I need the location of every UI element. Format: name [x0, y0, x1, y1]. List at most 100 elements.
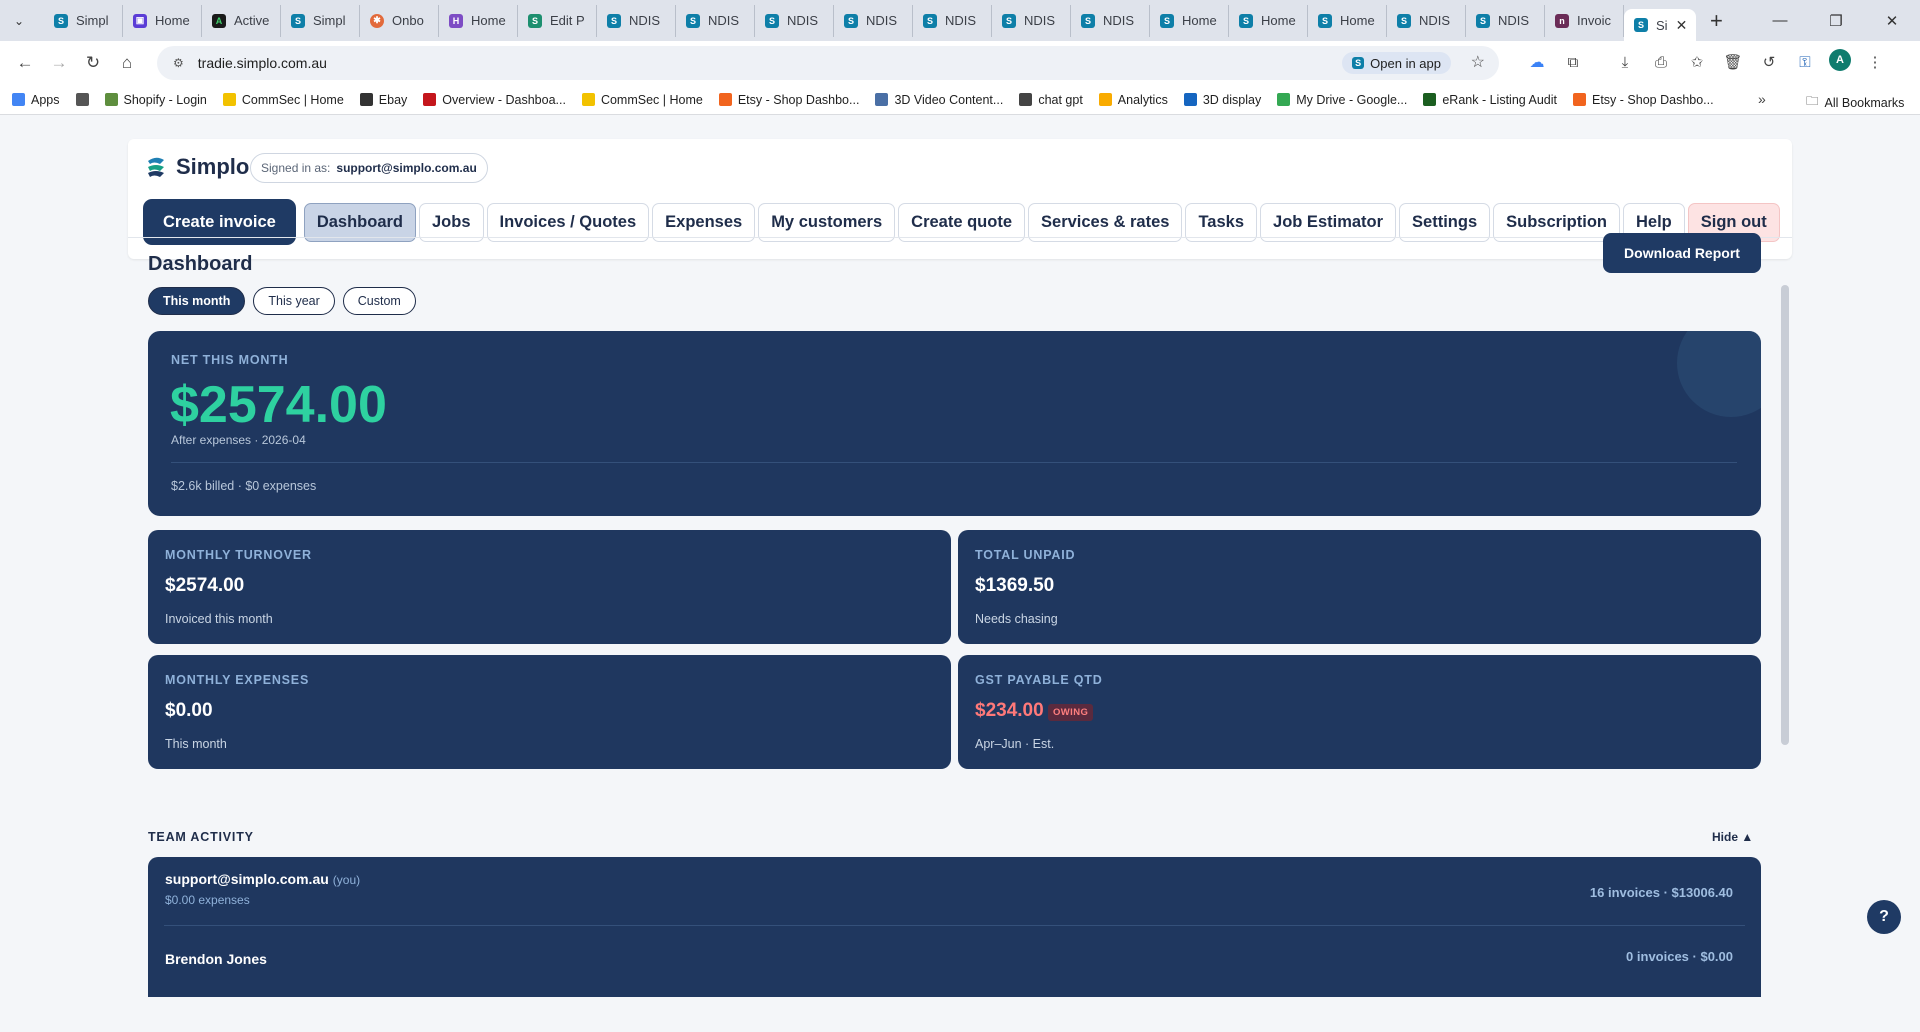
- bookmark-item[interactable]: My Drive - Google...: [1277, 93, 1407, 107]
- open-in-app-button[interactable]: S Open in app: [1342, 52, 1451, 74]
- browser-tab[interactable]: ✱ Onbo: [360, 4, 439, 37]
- nav-jobs[interactable]: Jobs: [419, 202, 484, 242]
- nav-create-quote[interactable]: Create quote: [898, 202, 1026, 242]
- browser-tab[interactable]: S NDIS: [992, 4, 1071, 37]
- forward-button[interactable]: →: [42, 46, 76, 80]
- close-tab-icon[interactable]: ✕: [1676, 17, 1688, 34]
- nav-invoices-quotes[interactable]: Invoices / Quotes: [486, 202, 650, 242]
- simplo-favicon-icon: S: [686, 13, 700, 28]
- more-bookmarks-icon[interactable]: »: [1758, 91, 1766, 107]
- browser-tab[interactable]: S Home: [1308, 4, 1387, 37]
- browser-tab[interactable]: A Active: [202, 4, 281, 37]
- open-in-app-label: Open in app: [1370, 55, 1441, 71]
- period-pill-this-month[interactable]: This month: [148, 287, 246, 315]
- help-fab-button[interactable]: ?: [1867, 900, 1901, 934]
- bookmark-item[interactable]: CommSec | Home: [222, 93, 344, 107]
- history-icon[interactable]: ↺: [1757, 49, 1781, 75]
- nav-dashboard[interactable]: Dashboard: [303, 202, 416, 242]
- team-hide-toggle[interactable]: Hide ▲: [1712, 830, 1753, 844]
- bookmark-star-icon[interactable]: ☆: [1471, 52, 1485, 72]
- bookmark-item[interactable]: Ebay: [359, 93, 407, 107]
- team-member-row[interactable]: Brendon Jones 0 invoices · $0.00: [148, 927, 1761, 991]
- team-member-name: support@simplo.com.au (you): [165, 871, 360, 887]
- page-scrollbar[interactable]: [1781, 285, 1789, 745]
- extensions-puzzle-icon[interactable]: ⧉: [1561, 49, 1585, 75]
- all-bookmarks-button[interactable]: 🗀 All Bookmarks: [1806, 92, 1904, 113]
- browser-tab[interactable]: ▣ Home: [123, 4, 202, 37]
- bookmark-item[interactable]: Overview - Dashboa...: [423, 93, 566, 107]
- cloud-extension-icon[interactable]: ☁: [1525, 49, 1549, 75]
- profile-avatar[interactable]: A: [1829, 49, 1851, 71]
- nav-subscription[interactable]: Subscription: [1493, 202, 1620, 242]
- simplo-logo[interactable]: Simplo: [144, 154, 249, 180]
- tab-active[interactable]: S Si ✕: [1624, 9, 1696, 41]
- minimize-icon[interactable]: —: [1752, 12, 1808, 29]
- bookmark-item[interactable]: Analytics: [1098, 92, 1168, 107]
- nav-expenses[interactable]: Expenses: [652, 202, 756, 242]
- site-info-icon[interactable]: ⚙: [173, 56, 184, 70]
- nav-settings[interactable]: Settings: [1399, 202, 1491, 242]
- browser-menu-icon[interactable]: ⋮: [1863, 49, 1887, 75]
- browser-tab[interactable]: H Home: [439, 4, 518, 37]
- simplo-favicon-icon: S: [1634, 18, 1648, 32]
- restore-icon[interactable]: ❐: [1808, 12, 1864, 30]
- close-window-icon[interactable]: ✕: [1864, 12, 1920, 30]
- browser-tab[interactable]: S Home: [1150, 4, 1229, 37]
- bookmark-item[interactable]: Etsy - Shop Dashbo...: [718, 93, 859, 107]
- browser-tab[interactable]: S NDIS: [1387, 4, 1466, 37]
- back-button[interactable]: ←: [8, 46, 42, 80]
- nav-my-customers[interactable]: My customers: [758, 202, 896, 242]
- tab-title: Home: [155, 13, 190, 28]
- reload-button[interactable]: ↻: [76, 46, 110, 80]
- bookmark-item[interactable]: 3D display: [1183, 93, 1261, 107]
- browser-tab[interactable]: S NDIS: [676, 4, 755, 37]
- create-invoice-button[interactable]: Create invoice: [143, 199, 296, 245]
- page-content: Simplo Signed in as: support@simplo.com.…: [0, 115, 1920, 1032]
- bookmark-label: Analytics: [1117, 92, 1168, 107]
- bookmark-item[interactable]: [75, 93, 89, 106]
- home-button[interactable]: ⌂: [110, 46, 144, 80]
- simplo-favicon-icon: S: [1081, 13, 1095, 28]
- period-pill-this-year[interactable]: This year: [253, 287, 335, 315]
- nav-services-rates[interactable]: Services & rates: [1028, 202, 1183, 242]
- browser-tab[interactable]: S NDIS: [597, 4, 676, 37]
- tab-search-chevron-icon[interactable]: ⌄: [8, 10, 30, 32]
- simplo-favicon-icon: S: [607, 13, 621, 28]
- address-bar[interactable]: ⚙ tradie.simplo.com.au S Open in app ☆: [157, 46, 1499, 80]
- team-member-row[interactable]: support@simplo.com.au (you) $0.00 expense…: [148, 857, 1761, 921]
- download-report-button[interactable]: Download Report: [1603, 233, 1761, 273]
- browser-tab[interactable]: n Invoic: [1545, 4, 1624, 37]
- bookmark-item[interactable]: Etsy - Shop Dashbo...: [1573, 93, 1714, 107]
- bookmark-item[interactable]: CommSec | Home: [581, 93, 703, 107]
- stat-subtitle: This month: [165, 737, 227, 751]
- browser-tab[interactable]: S Home: [1229, 4, 1308, 37]
- downloads-icon[interactable]: ⤓: [1613, 49, 1637, 75]
- bookmark-item[interactable]: chat gpt: [1019, 93, 1083, 107]
- tab-title: Home: [471, 13, 506, 28]
- browser-tab[interactable]: S NDIS: [755, 4, 834, 37]
- password-key-icon[interactable]: ⚿: [1793, 49, 1817, 75]
- period-pill-custom[interactable]: Custom: [342, 287, 416, 315]
- url-text[interactable]: tradie.simplo.com.au: [198, 55, 327, 71]
- bookmark-item[interactable]: 3D Video Content...: [875, 93, 1003, 107]
- browser-tab[interactable]: S NDIS: [1071, 4, 1150, 37]
- bookmark-label: 3D Video Content...: [894, 92, 1004, 107]
- bookmark-item[interactable]: Shopify - Login: [104, 93, 207, 107]
- browser-tab[interactable]: S NDIS: [913, 4, 992, 37]
- bookmarks-bar: Apps Shopify - Login CommSec | Home Ebay Ove…: [0, 85, 1920, 115]
- browser-tab[interactable]: S Simpl: [44, 4, 123, 37]
- browser-tab[interactable]: S Simpl: [281, 4, 360, 37]
- tab-title: Simpl: [313, 13, 346, 28]
- bookmark-favicon-icon: [75, 93, 89, 106]
- delete-icon[interactable]: 🗑: [1721, 49, 1745, 75]
- print-icon[interactable]: ⎙: [1649, 49, 1673, 75]
- browser-tab[interactable]: S NDIS: [834, 4, 913, 37]
- browser-tab[interactable]: S Edit P: [518, 4, 597, 37]
- browser-tab[interactable]: S NDIS: [1466, 4, 1545, 37]
- nav-job-estimator[interactable]: Job Estimator: [1260, 202, 1397, 242]
- bookmark-item[interactable]: Apps: [12, 93, 60, 107]
- bookmark-item[interactable]: eRank - Listing Audit: [1423, 93, 1557, 107]
- nav-tasks[interactable]: Tasks: [1185, 202, 1258, 242]
- new-tab-button[interactable]: +: [1710, 8, 1730, 34]
- favorites-icon[interactable]: ✩: [1685, 49, 1709, 75]
